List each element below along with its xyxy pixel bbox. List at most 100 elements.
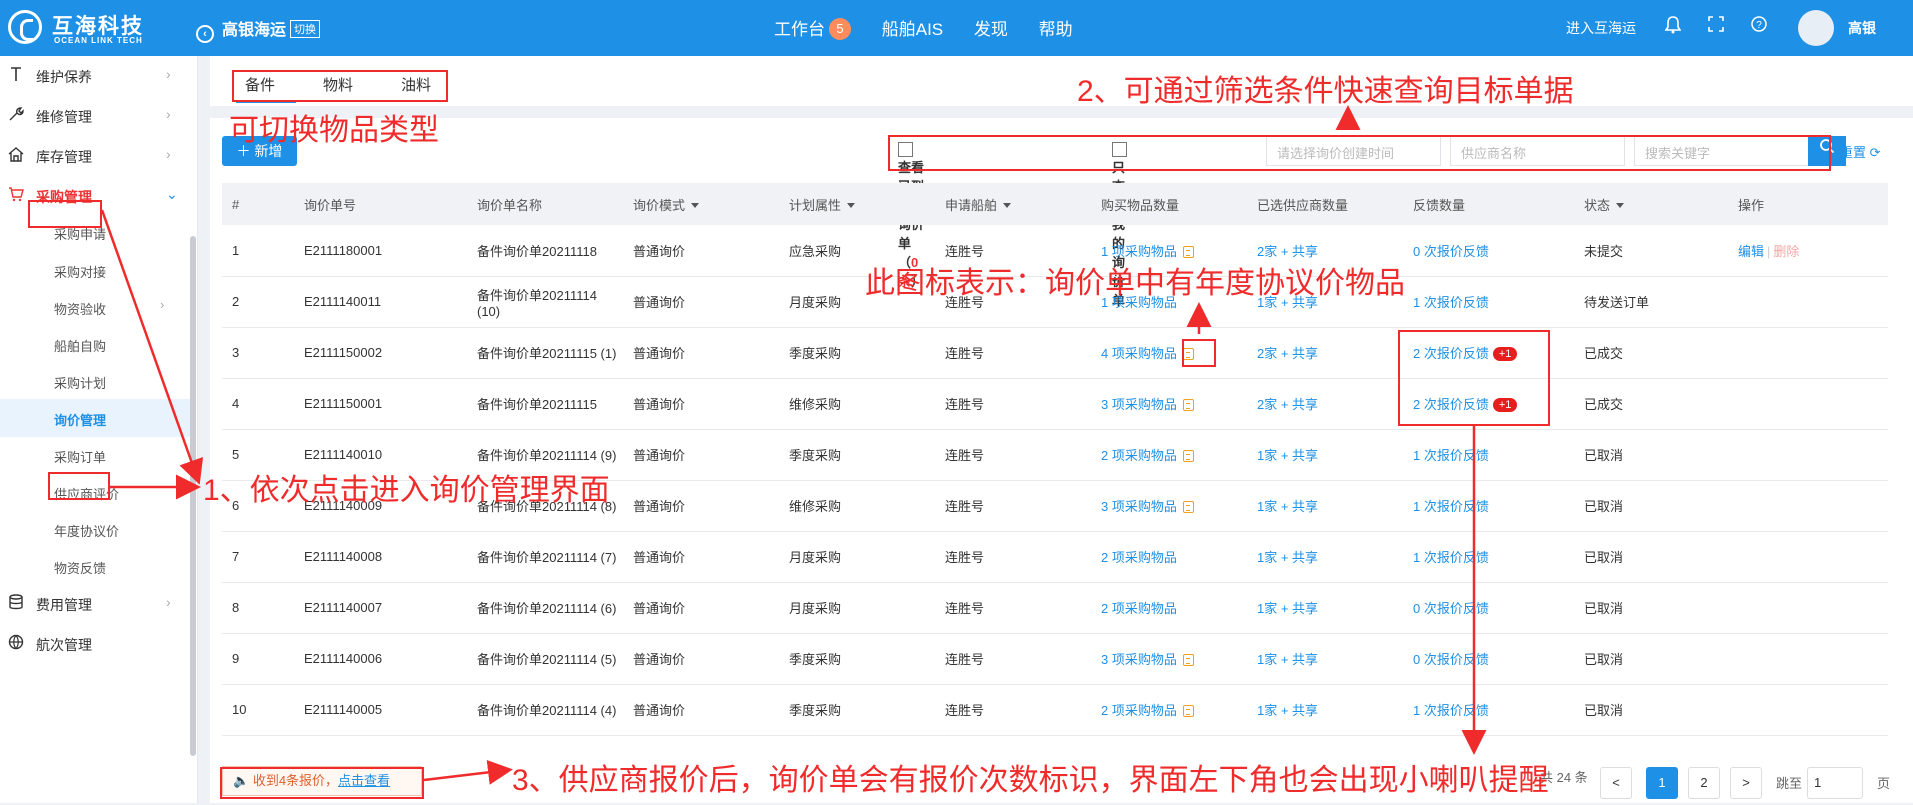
sidebar-item-repair[interactable]: 维修管理 › — [0, 96, 190, 136]
prev-page-button[interactable]: < — [1600, 767, 1632, 799]
delete-link[interactable]: 删除 — [1773, 244, 1799, 259]
item-count-link[interactable]: 2 项采购物品 — [1101, 550, 1177, 565]
cell-supplier-count-text[interactable]: 1家 + 共享 — [1257, 652, 1318, 667]
sidebar-item-voyage[interactable]: 航次管理 — [0, 624, 190, 664]
annual-agreement-icon — [1182, 654, 1194, 666]
page-1-button[interactable]: 1 — [1646, 767, 1678, 799]
page-2-button[interactable]: 2 — [1688, 767, 1720, 799]
cell-actions — [1728, 531, 1888, 583]
cell-supplier-count: 1家 + 共享 — [1247, 684, 1403, 736]
cell-supplier-count-text[interactable]: 1家 + 共享 — [1257, 448, 1318, 463]
sidebar-sub-purchase-docking[interactable]: 采购对接 — [0, 251, 190, 289]
cell-feedback-count: 1 次报价反馈 — [1403, 684, 1574, 736]
cell-supplier-count-text[interactable]: 2家 + 共享 — [1257, 397, 1318, 412]
help-icon[interactable]: ? — [1751, 16, 1767, 36]
bell-icon[interactable] — [1664, 16, 1682, 38]
sidebar-item-inventory[interactable]: 库存管理 › — [0, 136, 190, 176]
table-row[interactable]: 8 E2111140007 备件询价单20211114 (6) 普通询价 月度采购 连胜号… — [222, 582, 1888, 634]
cell-supplier-count-text[interactable]: 1家 + 共享 — [1257, 703, 1318, 718]
cell-index-text: 3 — [232, 345, 240, 360]
item-count-link[interactable]: 1 项采购物品 — [1101, 244, 1177, 259]
feedback-link[interactable]: 1 次报价反馈 — [1413, 448, 1489, 463]
sidebar-sub-purchase-order[interactable]: 采购订单 — [0, 436, 190, 474]
sidebar-item-label: 维护保养 — [36, 69, 92, 85]
feedback-link[interactable]: 1 次报价反馈 — [1413, 499, 1489, 514]
sidebar-sub-self-purchase[interactable]: 船舶自购 — [0, 325, 190, 363]
fullscreen-icon[interactable] — [1708, 16, 1724, 36]
nav-discover[interactable]: 发现 — [974, 20, 1008, 39]
item-count-link[interactable]: 4 项采购物品 — [1101, 346, 1177, 361]
sidebar-item-expense[interactable]: 费用管理 › — [0, 584, 190, 624]
cell-index-text: 2 — [232, 294, 240, 309]
back-icon[interactable]: ‹ — [196, 25, 214, 43]
sidebar-sub-label: 采购对接 — [54, 265, 107, 280]
cell-plan-text: 应急采购 — [789, 243, 842, 259]
col-plan[interactable]: 计划属性 — [779, 183, 935, 225]
cell-plan-text: 维修采购 — [789, 397, 842, 412]
cell-item-count: 3 项采购物品 — [1091, 378, 1247, 430]
switch-company-button[interactable]: 切换 — [290, 20, 321, 38]
wrench-icon — [8, 66, 26, 84]
table-row[interactable]: 7 E2111140008 备件询价单20211114 (7) 普通询价 月度采购 连胜号… — [222, 531, 1888, 583]
cell-ship-text: 连胜号 — [945, 448, 985, 463]
company-switcher[interactable]: ‹ 高银海运 切换 — [196, 16, 321, 43]
cell-ship: 连胜号 — [935, 429, 1091, 481]
feedback-link[interactable]: 0 次报价反馈 — [1413, 244, 1489, 259]
cell-ship: 连胜号 — [935, 582, 1091, 634]
nav-workbench[interactable]: 工作台 5 — [774, 18, 851, 40]
sidebar-sub-purchase-plan[interactable]: 采购计划 — [0, 362, 190, 400]
sidebar-sub-material-feedback[interactable]: 物资反馈 — [0, 547, 190, 585]
cell-inquiry-name-text: 备件询价单20211114 (7) — [477, 550, 617, 565]
cell-status-text: 已取消 — [1584, 550, 1624, 565]
enter-huhaiyun-link[interactable]: 进入互海运 — [1566, 18, 1636, 38]
next-page-button[interactable]: > — [1730, 767, 1762, 799]
reset-button[interactable]: 重置 ⟳ — [1840, 142, 1881, 161]
logo[interactable]: 互海科技 OCEAN LINK TECH — [8, 8, 168, 48]
nav-help[interactable]: 帮助 — [1039, 20, 1073, 39]
cell-supplier-count-text[interactable]: 2家 + 共享 — [1257, 244, 1318, 259]
item-count-link[interactable]: 2 项采购物品 — [1101, 601, 1177, 616]
col-supplier-count: 已选供应商数量 — [1247, 183, 1403, 225]
col-ship[interactable]: 申请船舶 — [935, 183, 1091, 225]
cell-plan: 月度采购 — [779, 582, 935, 634]
feedback-link[interactable]: 0 次报价反馈 — [1413, 601, 1489, 616]
table-row[interactable]: 9 E2111140006 备件询价单20211114 (5) 普通询价 季度采购 连胜号… — [222, 633, 1888, 685]
cell-plan: 维修采购 — [779, 378, 935, 430]
nav-ship-ais[interactable]: 船舶AIS — [882, 20, 943, 39]
cell-supplier-count-text[interactable]: 1家 + 共享 — [1257, 550, 1318, 565]
item-count-link[interactable]: 3 项采购物品 — [1101, 652, 1177, 667]
cell-inquiry-no-text: E2111140008 — [304, 549, 383, 564]
cell-feedback-count: 0 次报价反馈 — [1403, 582, 1574, 634]
col-plan-label: 计划属性 — [789, 197, 842, 213]
cell-plan-text: 维修采购 — [789, 499, 842, 514]
feedback-link[interactable]: 1 次报价反馈 — [1413, 703, 1489, 718]
item-count-link[interactable]: 2 项采购物品 — [1101, 448, 1177, 463]
cell-supplier-count-text[interactable]: 2家 + 共享 — [1257, 346, 1318, 361]
edit-link[interactable]: 编辑 — [1738, 244, 1764, 259]
jump-page-input[interactable]: 1 — [1807, 767, 1863, 799]
cell-supplier-count-text[interactable]: 1家 + 共享 — [1257, 601, 1318, 616]
sidebar-sub-acceptance[interactable]: 物资验收 › — [0, 288, 190, 326]
col-status[interactable]: 状态 — [1574, 183, 1728, 225]
sidebar-item-maintenance[interactable]: 维护保养 › — [0, 56, 190, 96]
sidebar-scrollbar[interactable] — [190, 236, 196, 756]
cell-index-text: 7 — [232, 549, 240, 564]
annual-agreement-icon — [1182, 399, 1194, 411]
table-row[interactable]: 4 E2111150001 备件询价单20211115 普通询价 维修采购 连胜号 3 项采… — [222, 378, 1888, 430]
feedback-link[interactable]: 1 次报价反馈 — [1413, 295, 1489, 310]
table-row[interactable]: 3 E2111150002 备件询价单20211115 (1) 普通询价 季度采购 连胜号… — [222, 327, 1888, 379]
col-mode[interactable]: 询价模式 — [623, 183, 779, 225]
sidebar-sub-annual-price[interactable]: 年度协议价 — [0, 510, 190, 548]
feedback-link[interactable]: 0 次报价反馈 — [1413, 652, 1489, 667]
item-count-link[interactable]: 3 项采购物品 — [1101, 397, 1177, 412]
cell-actions: 编辑 | 删除 — [1728, 225, 1888, 277]
cell-ship-text: 连胜号 — [945, 652, 985, 667]
feedback-link[interactable]: 1 次报价反馈 — [1413, 550, 1489, 565]
user-name[interactable]: 高银 — [1848, 18, 1876, 38]
item-count-link[interactable]: 3 项采购物品 — [1101, 499, 1177, 514]
item-count-link[interactable]: 2 项采购物品 — [1101, 703, 1177, 718]
sidebar-sub-inquiry-management[interactable]: 询价管理 — [0, 399, 190, 437]
avatar[interactable] — [1798, 10, 1834, 46]
cell-supplier-count-text[interactable]: 1家 + 共享 — [1257, 499, 1318, 514]
table-row[interactable]: 10 E2111140005 备件询价单20211114 (4) 普通询价 季度采购 连胜… — [222, 684, 1888, 736]
